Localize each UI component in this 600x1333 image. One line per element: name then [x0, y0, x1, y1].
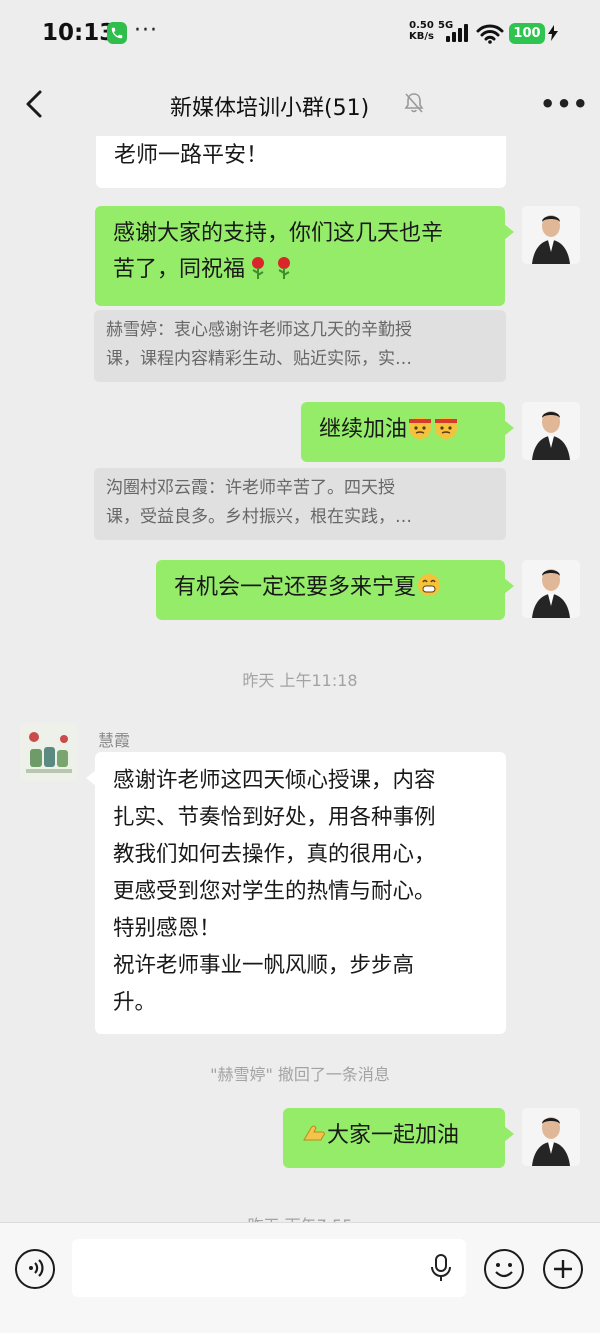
message-text-line: 教我们如何去操作，真的很用心， — [113, 842, 436, 867]
status-bar: 10:13 ··· 0.50 KB/s 5G 100 — [0, 0, 600, 68]
mic-icon[interactable] — [430, 1253, 452, 1283]
message-text-line: 感谢许老师这四天倾心授课，内容 — [113, 768, 436, 793]
message-text-line: 祝许老师事业一帆风顺，步步高 — [113, 953, 415, 978]
add-icon[interactable] — [543, 1249, 583, 1289]
quote-text-line: 沟圈村邓云霞：许老师辛苦了。四天授 — [106, 478, 395, 498]
rose-emoji-icon — [278, 257, 291, 279]
determined-emoji-icon — [409, 417, 432, 439]
bell-off-icon — [404, 93, 424, 113]
avatar[interactable] — [20, 723, 78, 781]
signal-icon — [446, 24, 468, 42]
wifi-icon — [476, 24, 504, 44]
avatar[interactable] — [522, 206, 580, 264]
message-text-line: 特别感恩！ — [113, 916, 221, 941]
message-bubble[interactable]: 继续加油 — [301, 402, 514, 462]
message-list[interactable]: 老师一路平安！ 感谢大家的支持，你们这几天也辛 苦了，同祝福 赫雪婷：衷心感谢许… — [0, 136, 600, 1222]
quoted-message[interactable]: 赫雪婷：衷心感谢许老师这几天的辛勤授 课，课程内容精彩生动、贴近实际，实… — [94, 310, 506, 382]
message-input[interactable] — [72, 1239, 466, 1297]
recall-notice: "赫雪婷" 撤回了一条消息 — [210, 1065, 390, 1084]
status-more-dots: ··· — [134, 18, 158, 43]
message-bubble[interactable]: 感谢许老师这四天倾心授课，内容 扎实、节奏恰到好处，用各种事例 教我们如何去操作… — [86, 752, 506, 1034]
voice-toggle-icon[interactable] — [15, 1249, 55, 1289]
message-text-line: 更感受到您对学生的热情与耐心。 — [113, 879, 436, 904]
rose-emoji-icon — [252, 257, 265, 279]
input-bar — [0, 1222, 600, 1333]
status-time: 10:13 — [42, 20, 116, 46]
grin-emoji-icon — [418, 574, 441, 596]
quote-text-line: 赫雪婷：衷心感谢许老师这几天的辛勤授 — [106, 320, 412, 340]
sender-name: 慧霞 — [98, 731, 131, 750]
message-text: 大家一起加油 — [327, 1123, 460, 1148]
charging-icon — [548, 25, 558, 41]
quote-text-line: 课，课程内容精彩生动、贴近实际，实… — [106, 349, 412, 369]
phone-call-icon — [107, 22, 127, 44]
avatar[interactable] — [522, 1108, 580, 1166]
network-speed-unit: KB/s — [409, 31, 434, 42]
quote-text-line: 课，受益良多。乡村振兴，根在实践，… — [106, 507, 412, 527]
message-bubble[interactable]: 大家一起加油 — [283, 1108, 514, 1168]
timestamp: 昨天 下午7:55 — [0, 1212, 600, 1222]
message-text-line: 苦了，同祝福 — [113, 252, 487, 288]
quoted-message[interactable]: 沟圈村邓云霞：许老师辛苦了。四天授 课，受益良多。乡村振兴，根在实践，… — [94, 468, 506, 540]
message-text-line: 感谢大家的支持，你们这几天也辛 — [113, 221, 444, 246]
chat-header: 新媒体培训小群(51) ••• — [0, 72, 600, 136]
timestamp: 昨天 上午11:18 — [242, 671, 358, 690]
back-arrow-icon[interactable] — [20, 86, 50, 122]
avatar[interactable] — [522, 402, 580, 460]
message-text-line: 扎实、节奏恰到好处，用各种事例 — [113, 805, 436, 830]
avatar[interactable] — [522, 560, 580, 618]
message-bubble[interactable]: 老师一路平安！ — [96, 136, 506, 188]
emoji-icon[interactable] — [484, 1249, 524, 1289]
determined-emoji-icon — [435, 417, 458, 439]
fist-emoji-icon — [303, 1125, 325, 1141]
message-text: 老师一路平安！ — [114, 143, 269, 168]
message-text-line: 升。 — [113, 990, 157, 1015]
message-bubble[interactable]: 感谢大家的支持，你们这几天也辛 苦了，同祝福 — [95, 206, 514, 306]
message-text: 继续加油 — [319, 417, 408, 442]
message-text: 有机会一定还要多来宁夏 — [174, 575, 417, 600]
more-icon[interactable]: ••• — [540, 90, 589, 118]
network-speed: 0.50 KB/s — [409, 20, 434, 42]
chat-title: 新媒体培训小群(51) — [170, 96, 370, 121]
message-bubble[interactable]: 有机会一定还要多来宁夏 — [156, 560, 514, 620]
network-speed-value: 0.50 — [409, 20, 434, 31]
battery-level: 100 — [509, 23, 545, 44]
